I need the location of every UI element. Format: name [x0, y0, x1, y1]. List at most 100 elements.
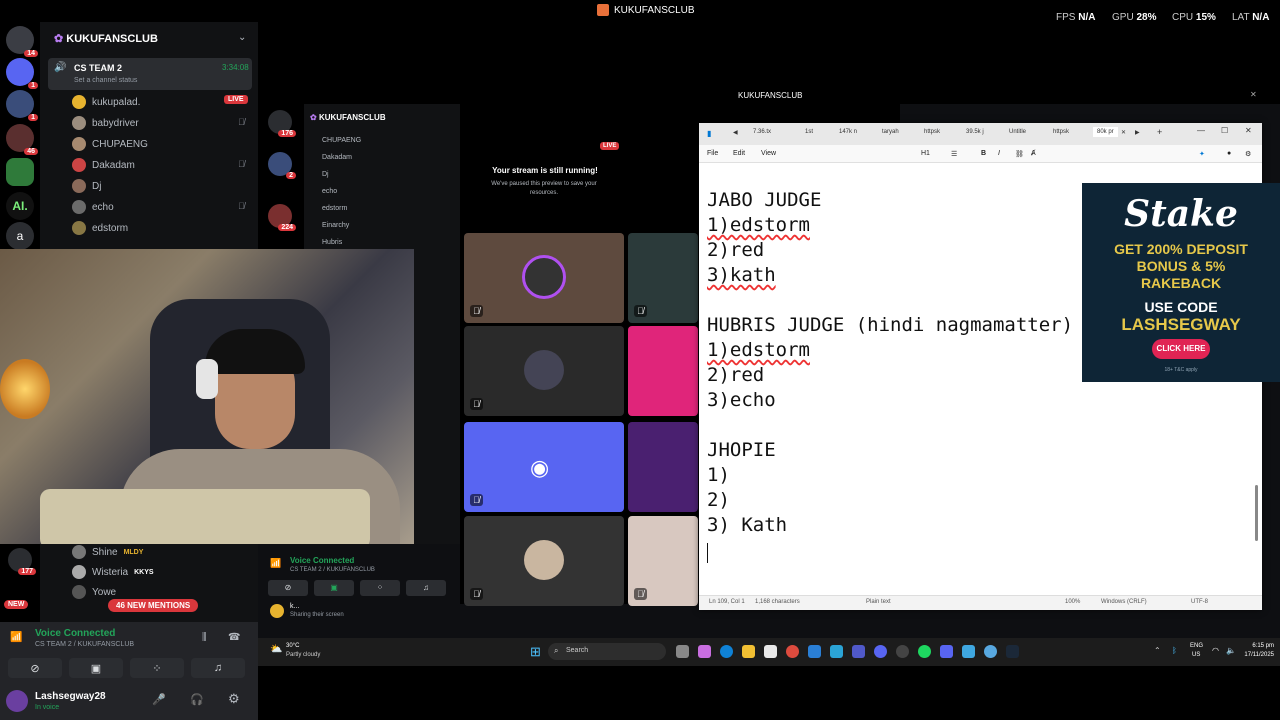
server-icon[interactable]: 14: [6, 26, 38, 57]
status-encoding[interactable]: UTF-8: [1191, 599, 1208, 605]
discord-icon[interactable]: [940, 645, 953, 658]
chevron-up-icon[interactable]: ⌃: [1154, 646, 1161, 655]
video-tile[interactable]: [628, 326, 698, 416]
member-row[interactable]: Dakadam: [72, 158, 135, 172]
member-row[interactable]: edstorm: [322, 205, 347, 212]
tab[interactable]: taryah: [882, 129, 899, 135]
new-tab-icon[interactable]: +: [1157, 127, 1162, 137]
clock-date[interactable]: 17/11/2025: [1236, 652, 1274, 658]
member-row[interactable]: Shine MLDY: [72, 545, 143, 559]
voice-channel-active[interactable]: 🔊 CS TEAM 2 3:34:08 Set a channel status: [48, 58, 252, 90]
member-row[interactable]: Yowe: [72, 585, 116, 599]
server-icon[interactable]: 1: [6, 90, 38, 121]
user-name[interactable]: Lashsegway28: [35, 691, 106, 702]
status-eol[interactable]: Windows (CRLF): [1101, 599, 1147, 605]
notepad-icon[interactable]: [962, 645, 975, 658]
close-tab-icon[interactable]: ✕: [1121, 129, 1126, 136]
server-icon[interactable]: 224: [268, 204, 296, 231]
screen-share-icon[interactable]: ▣: [69, 658, 123, 678]
menu-view[interactable]: View: [761, 150, 776, 157]
file-explorer-icon[interactable]: [742, 645, 755, 658]
activities-icon[interactable]: ⁘: [130, 658, 184, 678]
member-row[interactable]: echo: [72, 200, 114, 214]
avatar[interactable]: [6, 690, 28, 712]
voice-connected-label[interactable]: Voice Connected: [290, 556, 354, 565]
close-icon[interactable]: ✕: [1250, 90, 1257, 99]
profile-icon[interactable]: ●: [1227, 150, 1231, 157]
bold-icon[interactable]: B: [981, 150, 986, 157]
video-tile[interactable]: 🎙̸: [628, 233, 698, 323]
scrollbar-thumb[interactable]: [1255, 485, 1258, 541]
noise-suppression-icon[interactable]: ⫼: [202, 632, 207, 643]
discord-home-icon[interactable]: 1: [6, 58, 38, 89]
soundboard-icon[interactable]: ♫: [406, 580, 446, 596]
tab[interactable]: 7.36.tx: [753, 129, 771, 135]
bluetooth-icon[interactable]: ᛒ: [1172, 646, 1177, 655]
video-tile[interactable]: [628, 422, 698, 512]
italic-icon[interactable]: I: [998, 150, 1000, 157]
tab[interactable]: httpsk: [924, 129, 940, 135]
video-tile[interactable]: 🎙̸: [464, 326, 624, 416]
ad-click-here-button[interactable]: CLICK HERE: [1152, 339, 1210, 359]
start-icon[interactable]: ⊞: [530, 644, 541, 660]
camera-off-icon[interactable]: ⊘: [8, 658, 62, 678]
new-badge[interactable]: NEW: [4, 600, 29, 609]
screen-share-icon[interactable]: ▣: [314, 580, 354, 596]
link-icon[interactable]: ⛓: [1015, 150, 1024, 158]
steam-icon[interactable]: [1006, 645, 1019, 658]
microphone-icon[interactable]: 🎤: [152, 693, 166, 706]
sponsor-ad[interactable]: Stake GET 200% DEPOSIT BONUS & 5% RAKEBA…: [1082, 183, 1280, 382]
app-icon[interactable]: [698, 645, 711, 658]
edge-icon[interactable]: [720, 645, 733, 658]
app-icon[interactable]: [896, 645, 909, 658]
server-name[interactable]: ✿ KUKUFANSCLUB: [54, 32, 158, 45]
member-row[interactable]: Dakadam: [322, 154, 352, 161]
member-row[interactable]: Dj: [72, 179, 101, 193]
status-zoom[interactable]: 100%: [1065, 599, 1080, 605]
video-tile[interactable]: 🎙̸: [464, 233, 624, 323]
server-icon-ai[interactable]: AI.: [6, 192, 34, 220]
member-row[interactable]: Dj: [322, 171, 329, 178]
member-row[interactable]: CHUPAENG: [72, 137, 148, 151]
taskbar-search[interactable]: Search: [548, 643, 666, 660]
status-format[interactable]: Plain text: [866, 599, 891, 605]
member-row[interactable]: kukupalad.: [72, 95, 140, 109]
menu-edit[interactable]: Edit: [733, 150, 745, 157]
member-row[interactable]: Wisteria KKYS: [72, 565, 154, 579]
weather-temp[interactable]: 30°C: [286, 643, 299, 649]
close-icon[interactable]: ✕: [1245, 126, 1252, 135]
tab-prev-icon[interactable]: ◀: [733, 129, 738, 136]
copilot-icon[interactable]: ✦: [1199, 150, 1205, 158]
disconnect-icon[interactable]: ☎: [228, 632, 240, 643]
store-icon[interactable]: [764, 645, 777, 658]
discord-icon[interactable]: [874, 645, 887, 658]
tab[interactable]: 1st: [805, 129, 813, 135]
spotify-icon[interactable]: [918, 645, 931, 658]
camera-off-icon[interactable]: ⊘: [268, 580, 308, 596]
server-name[interactable]: ✿ KUKUFANSCLUB: [310, 113, 386, 122]
video-tile[interactable]: ◉ 🎙̸: [464, 422, 624, 512]
headphones-icon[interactable]: 🎧: [190, 693, 204, 706]
avatar[interactable]: [270, 604, 284, 618]
teams-icon[interactable]: [852, 645, 865, 658]
region-indicator[interactable]: US: [1192, 652, 1200, 658]
soundboard-icon[interactable]: ♫: [191, 658, 245, 678]
tab[interactable]: httpsk: [1053, 129, 1069, 135]
tab-next-icon[interactable]: ▶: [1135, 129, 1140, 136]
activities-icon[interactable]: ⁘: [360, 580, 400, 596]
wifi-icon[interactable]: ◠: [1212, 646, 1219, 655]
tab[interactable]: 147k n: [839, 129, 857, 135]
weather-icon[interactable]: ⛅: [270, 644, 282, 655]
member-row[interactable]: Einarchy: [322, 222, 349, 229]
server-icon[interactable]: 177: [8, 548, 36, 575]
chrome-icon[interactable]: [786, 645, 799, 658]
gear-icon[interactable]: ⚙: [228, 691, 240, 707]
tab[interactable]: Untitle: [1009, 129, 1026, 135]
member-row[interactable]: echo: [322, 188, 337, 195]
maximize-icon[interactable]: ☐: [1221, 126, 1228, 135]
list-icon[interactable]: ☰: [951, 150, 957, 158]
minimize-icon[interactable]: —: [1197, 126, 1205, 135]
channel-status[interactable]: Set a channel status: [74, 77, 137, 84]
member-row[interactable]: edstorm: [72, 221, 128, 235]
video-tile[interactable]: 🎙̸: [464, 516, 624, 606]
